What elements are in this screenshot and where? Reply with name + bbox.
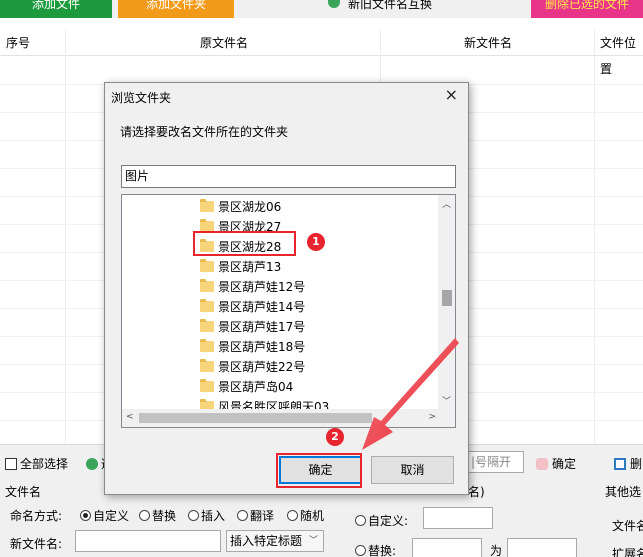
annotation-arrow	[362, 338, 459, 450]
arrow-shape	[362, 338, 459, 450]
